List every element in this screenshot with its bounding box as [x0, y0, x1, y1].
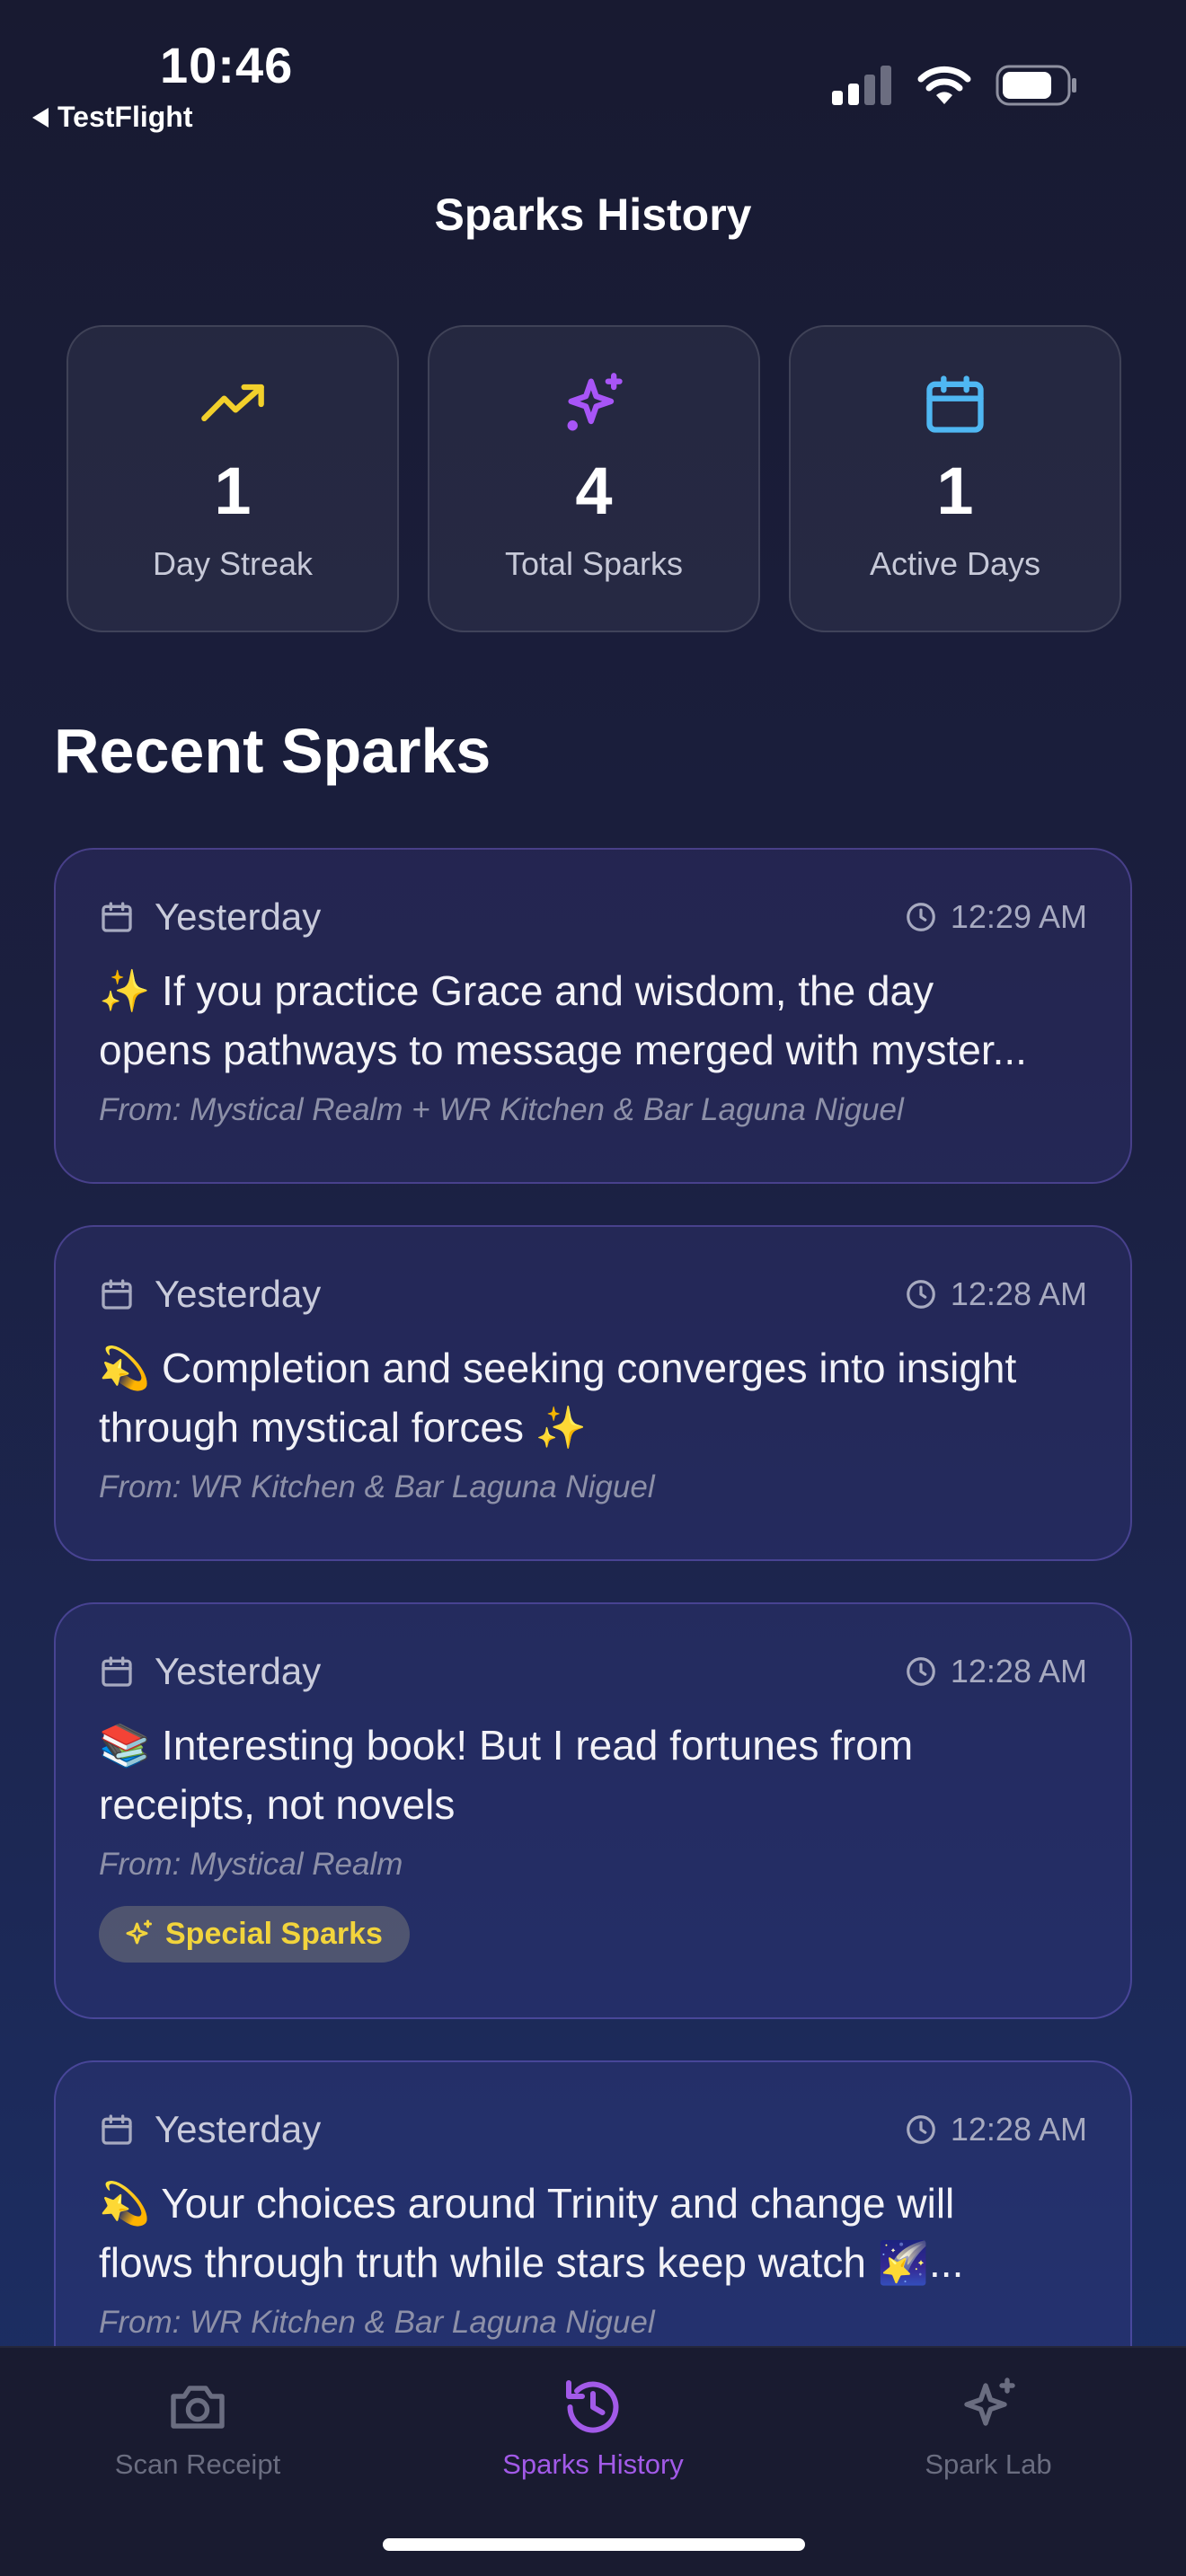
special-sparks-badge: Special Sparks [99, 1906, 410, 1963]
spark-source: From: WR Kitchen & Bar Laguna Niguel [99, 2305, 655, 2340]
stats-row: 1 Day Streak 4 Total Sparks 1 Active Day… [66, 325, 1121, 632]
spark-message: ✨ If you practice Grace and wisdom, the … [99, 967, 1027, 1073]
tab-label: Spark Lab [925, 2448, 1052, 2480]
tab-label: Scan Receipt [114, 2448, 281, 2480]
spark-message: 📚 Interesting book! But I read fortunes … [99, 1722, 914, 1828]
spark-source: From: WR Kitchen & Bar Laguna Niguel [99, 1469, 655, 1504]
clock-icon [907, 2115, 935, 2144]
calendar-icon [102, 2114, 132, 2145]
calendar-icon [102, 1656, 132, 1687]
back-triangle-icon [32, 107, 49, 128]
spark-card[interactable]: Yesterday 12:28 AM 💫 Completion and seek… [54, 1225, 1132, 1561]
calendar-icon [102, 1279, 132, 1310]
back-to-testflight-link[interactable]: TestFlight [32, 101, 193, 134]
spark-date: Yesterday [155, 1273, 322, 1315]
spark-time: 12:29 AM [950, 898, 1087, 935]
badge-label: Special Sparks [165, 1917, 383, 1951]
status-time: 10:46 [160, 37, 294, 93]
camera-icon [171, 2386, 225, 2429]
stat-card-day-streak: 1 Day Streak [66, 325, 399, 632]
home-indicator[interactable] [383, 2538, 805, 2551]
tab-scan-receipt[interactable]: Scan Receipt [36, 2375, 359, 2481]
section-title: Recent Sparks [54, 716, 491, 786]
stat-value: 1 [214, 454, 252, 528]
back-app-label: TestFlight [58, 101, 193, 133]
sparkles-icon [964, 2378, 1015, 2426]
system-status-icons [832, 65, 1078, 106]
clock-icon [907, 1280, 935, 1309]
tab-sparks-history[interactable]: Sparks History [431, 2375, 755, 2481]
spark-time: 12:28 AM [950, 2111, 1087, 2148]
stat-value: 1 [936, 454, 974, 528]
trending-up-icon [201, 384, 264, 421]
stat-label: Day Streak [152, 545, 314, 582]
spark-message: 💫 Completion and seeking converges into … [99, 1345, 1017, 1451]
spark-date: Yesterday [155, 1650, 322, 1692]
tab-label: Sparks History [502, 2448, 684, 2480]
spark-date: Yesterday [155, 2108, 322, 2150]
stat-card-active-days: 1 Active Days [789, 325, 1121, 632]
stat-card-total-sparks: 4 Total Sparks [428, 325, 760, 632]
stat-label: Total Sparks [504, 545, 684, 582]
battery-icon [996, 65, 1076, 106]
spark-source: From: Mystical Realm + WR Kitchen & Bar … [99, 1092, 904, 1127]
spark-message: 💫 Your choices around Trinity and change… [99, 2180, 964, 2286]
spark-card[interactable]: Yesterday 12:28 AM 📚 Interesting book! B… [54, 1602, 1132, 2019]
spark-source: From: Mystical Realm [99, 1847, 403, 1882]
calendar-icon [102, 902, 132, 932]
sparkles-icon [567, 373, 623, 431]
spark-date: Yesterday [155, 895, 322, 938]
stat-label: Active Days [869, 545, 1041, 582]
spark-time: 12:28 AM [950, 1653, 1087, 1689]
spark-time: 12:28 AM [950, 1275, 1087, 1312]
stat-value: 4 [575, 454, 613, 528]
spark-card[interactable]: Yesterday 12:29 AM ✨ If you practice Gra… [54, 848, 1132, 1184]
clock-icon [907, 1657, 935, 1686]
tab-spark-lab[interactable]: Spark Lab [827, 2375, 1150, 2481]
calendar-icon [926, 375, 984, 433]
sparkles-icon [126, 1919, 152, 1944]
page-title: Sparks History [434, 190, 752, 240]
wifi-icon [917, 66, 971, 104]
clock-icon [907, 903, 935, 931]
cellular-signal-icon [832, 66, 891, 105]
history-icon [566, 2380, 619, 2433]
